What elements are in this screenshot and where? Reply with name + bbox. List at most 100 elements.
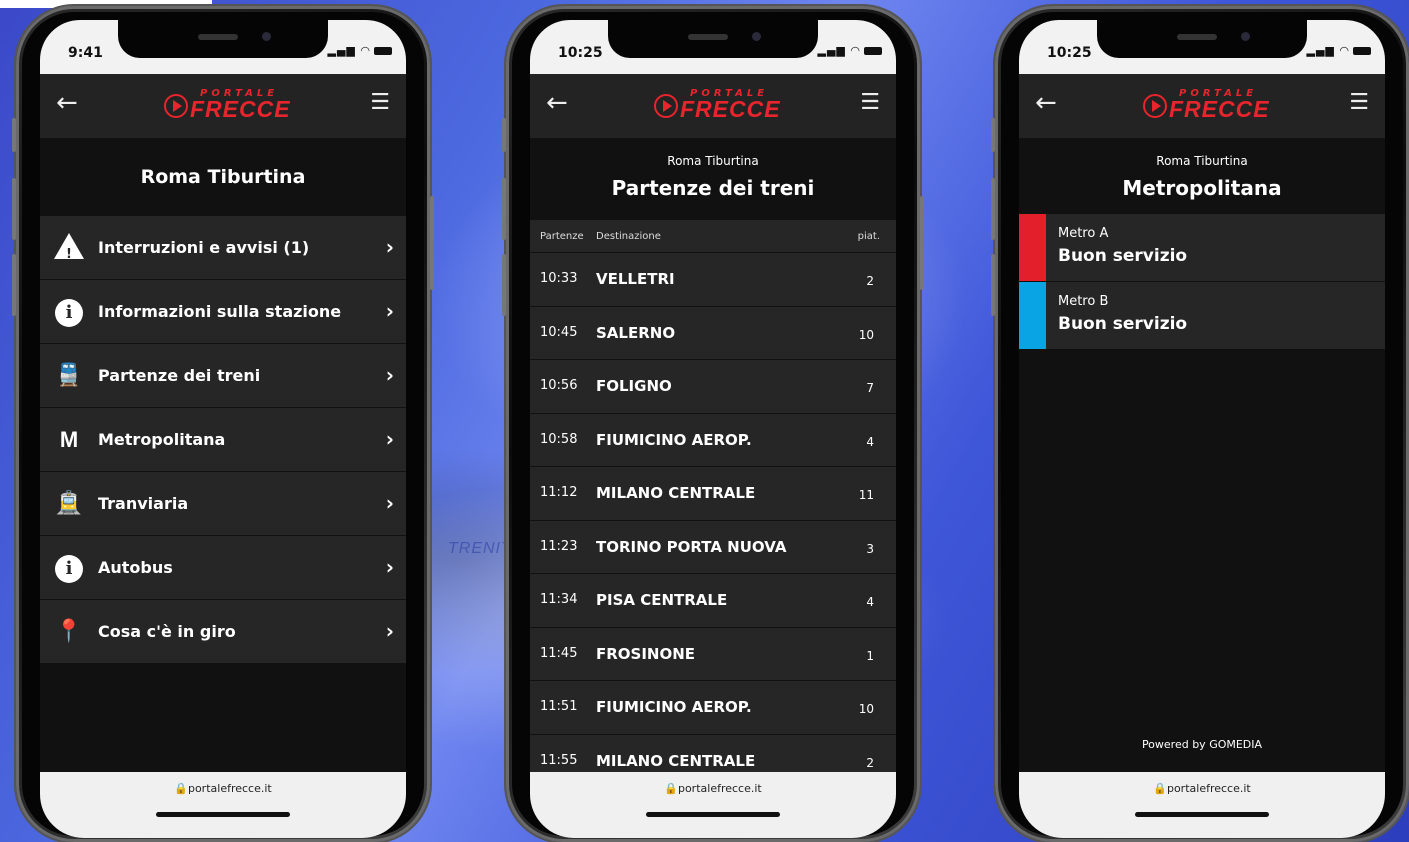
- list-item-metro-b[interactable]: Metro B Buon servizio: [1019, 282, 1385, 350]
- signal-icon: ▂▄▆: [327, 44, 356, 57]
- table-row[interactable]: 10:33 VELLETRI 2: [530, 253, 896, 307]
- menu-item-label: Informazioni sulla stazione: [98, 302, 342, 321]
- menu-item-autobus[interactable]: i Autobus ›: [40, 536, 406, 600]
- system-icons: ▂▄▆ ◠: [1307, 44, 1371, 57]
- home-indicator[interactable]: [646, 812, 780, 817]
- speaker: [198, 34, 238, 40]
- hamburger-menu-icon[interactable]: ☰: [1349, 90, 1369, 115]
- menu-item-informazioni[interactable]: i Informazioni sulla stazione ›: [40, 280, 406, 344]
- page-title: Partenze dei treni: [611, 176, 815, 200]
- table-row[interactable]: 10:56 FOLIGNO 7: [530, 360, 896, 414]
- back-arrow-icon[interactable]: ←: [546, 88, 568, 118]
- station-menu: ! Interruzioni e avvisi (1) › i Informaz…: [40, 216, 406, 664]
- hamburger-menu-icon[interactable]: ☰: [370, 90, 390, 115]
- browser-bar: 🔒portalefrecce.it: [40, 772, 406, 838]
- camera: [752, 32, 761, 41]
- metro-icon: M: [59, 427, 79, 452]
- table-row[interactable]: 11:23 TORINO PORTA NUOVA 3: [530, 520, 896, 574]
- logo-main-text: FRECCE: [680, 96, 781, 122]
- menu-item-label: Tranviaria: [98, 494, 189, 513]
- destination: SALERNO: [596, 323, 676, 342]
- destination: TORINO PORTA NUOVA: [596, 537, 787, 556]
- home-indicator[interactable]: [156, 812, 290, 817]
- power-button: [920, 196, 924, 290]
- departure-time: 11:45: [540, 645, 578, 661]
- table-row[interactable]: 10:58 FIUMICINO AEROP. 4: [530, 413, 896, 467]
- phone-departures: 10:25 ▂▄▆ ◠ ← PORTALE FRECCE ☰ Roma Tibu…: [502, 6, 924, 842]
- url-text: portalefrecce.it: [677, 782, 762, 795]
- chevron-right-icon: ›: [385, 427, 394, 451]
- page-header: Roma Tiburtina Metropolitana: [1019, 138, 1385, 214]
- notch: [608, 20, 818, 58]
- notch: [118, 20, 328, 58]
- departure-time: 10:45: [540, 324, 578, 340]
- table-row[interactable]: 10:45 SALERNO 10: [530, 306, 896, 360]
- logo-main-text: FRECCE: [1169, 96, 1270, 122]
- wifi-icon: ◠: [850, 44, 861, 57]
- battery-icon: [374, 47, 392, 55]
- app-header: ← PORTALE FRECCE ☰: [1019, 74, 1385, 138]
- url-bar[interactable]: 🔒portalefrecce.it: [530, 782, 896, 795]
- system-icons: ▂▄▆ ◠: [818, 44, 882, 57]
- line-color-bar: [1019, 282, 1046, 349]
- camera: [262, 32, 271, 41]
- page-title: Metropolitana: [1122, 176, 1282, 200]
- volume-down-button: [502, 254, 506, 316]
- menu-item-metropolitana[interactable]: M Metropolitana ›: [40, 408, 406, 472]
- platform: 10: [858, 702, 874, 716]
- silent-switch: [991, 118, 995, 152]
- volume-up-button: [991, 178, 995, 240]
- page-header: Roma Tiburtina Partenze dei treni: [530, 138, 896, 214]
- volume-up-button: [12, 178, 16, 240]
- metro-lines-list: Metro A Buon servizio Metro B Buon servi…: [1019, 214, 1385, 350]
- camera: [1241, 32, 1250, 41]
- column-header-time: Partenze: [540, 231, 584, 242]
- table-header: Partenze Destinazione piat.: [530, 220, 896, 252]
- menu-item-interruzioni[interactable]: ! Interruzioni e avvisi (1) ›: [40, 216, 406, 280]
- menu-item-partenze[interactable]: 🚆 Partenze dei treni ›: [40, 344, 406, 408]
- departure-time: 11:34: [540, 592, 578, 607]
- destination: FOLIGNO: [596, 377, 672, 395]
- info-icon: i: [54, 553, 84, 583]
- platform: 3: [866, 541, 874, 556]
- screen: 10:25 ▂▄▆ ◠ ← PORTALE FRECCE ☰ Roma Tibu…: [530, 20, 896, 838]
- status-time: 10:25: [1047, 45, 1092, 61]
- line-status: Buon servizio: [1058, 246, 1188, 266]
- back-arrow-icon[interactable]: ←: [56, 88, 78, 118]
- chevron-right-icon: ›: [385, 555, 394, 579]
- volume-up-button: [502, 178, 506, 240]
- back-arrow-icon[interactable]: ←: [1035, 88, 1057, 118]
- url-text: portalefrecce.it: [187, 782, 272, 795]
- background-train-text: TRENIT: [448, 540, 512, 557]
- table-row[interactable]: 11:34 PISA CENTRALE 4: [530, 574, 896, 628]
- home-indicator[interactable]: [1135, 812, 1269, 817]
- url-bar[interactable]: 🔒portalefrecce.it: [40, 782, 406, 795]
- location-pin-icon: 📍: [55, 619, 83, 644]
- table-row[interactable]: 11:51 FIUMICINO AEROP. 10: [530, 681, 896, 735]
- station-name: Roma Tiburtina: [667, 154, 759, 168]
- screen: 9:41 ▂▄▆ ◠ ← PORTALE FRECCE ☰ Roma Tibur…: [40, 20, 406, 838]
- destination: FROSINONE: [596, 644, 696, 663]
- table-row[interactable]: 11:12 MILANO CENTRALE 11: [530, 467, 896, 521]
- play-icon: [164, 94, 188, 118]
- status-time: 10:25: [558, 45, 603, 61]
- departure-time: 11:51: [540, 699, 578, 714]
- url-bar[interactable]: 🔒portalefrecce.it: [1019, 782, 1385, 795]
- power-button: [430, 196, 434, 290]
- speaker: [688, 34, 728, 40]
- speaker: [1177, 34, 1217, 40]
- destination: VELLETRI: [596, 270, 675, 288]
- tram-icon: 🚊: [55, 491, 83, 516]
- menu-item-tranviaria[interactable]: 🚊 Tranviaria ›: [40, 472, 406, 536]
- info-icon: i: [54, 297, 84, 327]
- warning-icon: !: [54, 233, 84, 263]
- wifi-icon: ◠: [360, 44, 371, 57]
- table-row[interactable]: 11:45 FROSINONE 1: [530, 627, 896, 681]
- chevron-right-icon: ›: [385, 235, 394, 259]
- notch: [1097, 20, 1307, 58]
- hamburger-menu-icon[interactable]: ☰: [860, 90, 880, 115]
- train-icon: 🚆: [55, 363, 83, 388]
- menu-item-cosa-ce-in-giro[interactable]: 📍 Cosa c'è in giro ›: [40, 600, 406, 664]
- platform: 11: [858, 488, 874, 502]
- list-item-metro-a[interactable]: Metro A Buon servizio: [1019, 214, 1385, 282]
